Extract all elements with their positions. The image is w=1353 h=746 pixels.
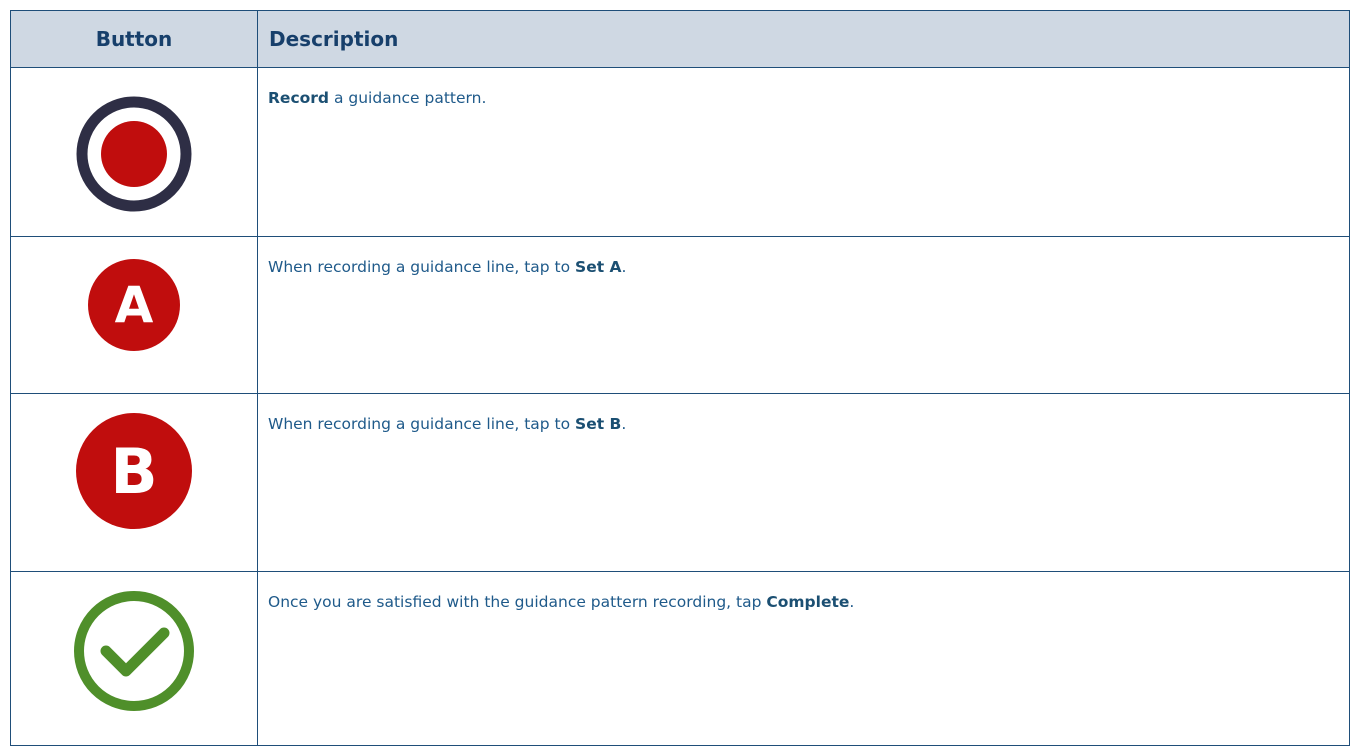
icon-cell (10, 67, 258, 237)
icon-cell (10, 571, 258, 746)
description-text: Once you are satisfied with the guidance… (268, 593, 767, 611)
icon-cell: B (10, 393, 258, 572)
column-header-description: Description (257, 10, 1350, 68)
description-text-end: . (621, 258, 627, 276)
table-row: A When recording a guidance line, tap to… (10, 236, 1350, 394)
record-icon (76, 96, 192, 212)
description-bold: Set A (575, 258, 622, 276)
icon-cell: A (10, 236, 258, 394)
table-row: Record a guidance pattern. (10, 67, 1350, 237)
description-bold: Record (268, 89, 330, 107)
description-text: a guidance pattern. (329, 89, 487, 107)
description-text: When recording a guidance line, tap to (268, 415, 576, 433)
set-a-letter: A (115, 276, 154, 334)
description-bold: Complete (766, 593, 850, 611)
set-b-letter: B (110, 435, 157, 508)
button-description-table: Button Description Record a guidance pat… (10, 10, 1350, 746)
description-text-end: . (621, 415, 627, 433)
description-cell: Once you are satisfied with the guidance… (257, 571, 1350, 746)
description-bold: Set B (575, 415, 622, 433)
description-text-end: . (849, 593, 855, 611)
set-a-icon: A (88, 259, 180, 351)
column-header-button: Button (10, 10, 258, 68)
complete-check-icon (74, 591, 194, 711)
description-text: When recording a guidance line, tap to (268, 258, 576, 276)
table-row: Once you are satisfied with the guidance… (10, 571, 1350, 746)
description-cell: When recording a guidance line, tap to S… (257, 236, 1350, 394)
set-b-icon: B (76, 413, 192, 529)
table-header-row: Button Description (10, 10, 1350, 68)
description-cell: When recording a guidance line, tap to S… (257, 393, 1350, 572)
description-cell: Record a guidance pattern. (257, 67, 1350, 237)
table-row: B When recording a guidance line, tap to… (10, 393, 1350, 572)
top-strip (0, 0, 1353, 10)
